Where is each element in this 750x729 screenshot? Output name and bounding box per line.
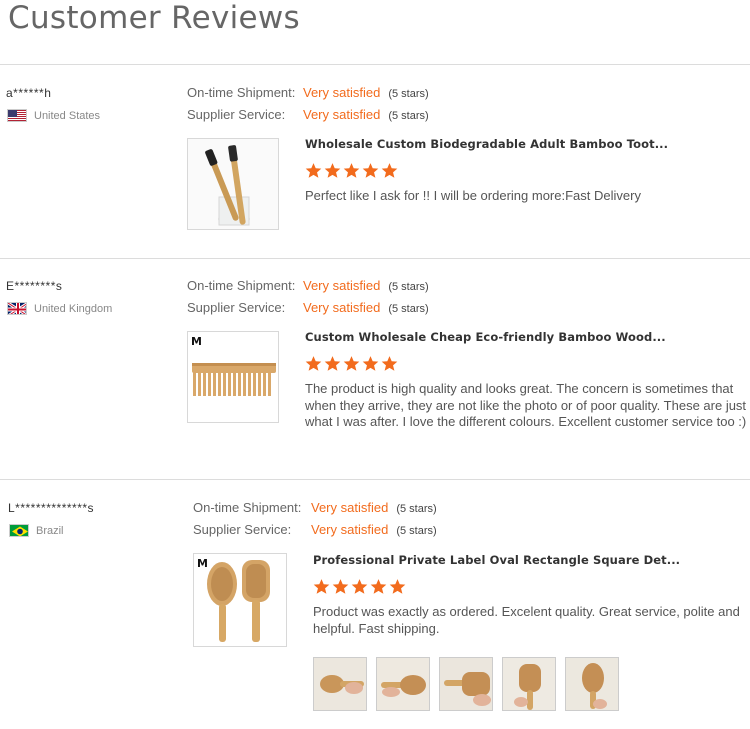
divider — [0, 479, 750, 480]
rating-value: Very satisfied — [311, 522, 389, 537]
star-icon — [313, 578, 330, 595]
review-photo[interactable] — [313, 657, 367, 711]
rating-stars-text: (5 stars) — [388, 303, 429, 315]
rating-label: On-time Shipment: — [193, 500, 302, 515]
review-photo[interactable] — [439, 657, 493, 711]
review-text: The product is high quality and looks gr… — [305, 381, 747, 429]
rating-value: Very satisfied — [303, 278, 381, 293]
star-icon — [305, 162, 322, 179]
brand-mark: M — [197, 557, 208, 570]
star-rating — [313, 578, 406, 595]
product-title[interactable]: Custom Wholesale Cheap Eco-friendly Bamb… — [305, 330, 666, 344]
rating-label: Supplier Service: — [193, 522, 292, 537]
review-photo[interactable] — [502, 657, 556, 711]
rating-stars-text: (5 stars) — [388, 110, 429, 122]
rating-stars-text: (5 stars) — [388, 281, 429, 293]
star-icon — [343, 162, 360, 179]
rating-service: Supplier Service: Very satisfied (5 star… — [193, 522, 437, 537]
star-icon — [381, 355, 398, 372]
star-icon — [305, 355, 322, 372]
review-text: Perfect like I ask for !! I will be orde… — [305, 188, 641, 203]
review-text: Product was exactly as ordered. Excelent… — [313, 604, 740, 636]
star-icon — [370, 578, 387, 595]
reviewer-name: L**************s — [8, 501, 95, 515]
star-icon — [362, 162, 379, 179]
rating-stars-text: (5 stars) — [396, 503, 437, 515]
reviewer-country: United States — [7, 109, 100, 122]
review-photos — [313, 657, 619, 711]
uk-flag-icon — [7, 302, 27, 315]
divider — [0, 258, 750, 259]
rating-value: Very satisfied — [303, 107, 381, 122]
rating-label: On-time Shipment: — [187, 85, 296, 100]
rating-stars-text: (5 stars) — [388, 88, 429, 100]
product-title[interactable]: Professional Private Label Oval Rectangl… — [313, 553, 680, 567]
country-label: United Kingdom — [34, 302, 113, 315]
rating-value: Very satisfied — [303, 300, 381, 315]
star-icon — [351, 578, 368, 595]
reviewer-name: E********s — [6, 279, 63, 293]
star-icon — [343, 355, 360, 372]
us-flag-icon — [7, 109, 27, 122]
country-label: Brazil — [36, 524, 64, 537]
star-icon — [324, 162, 341, 179]
rating-label: On-time Shipment: — [187, 278, 296, 293]
star-icon — [332, 578, 349, 595]
reviewer-name: a******h — [6, 86, 52, 100]
product-thumbnail[interactable]: M — [187, 331, 279, 423]
rating-label: Supplier Service: — [187, 300, 286, 315]
rating-value: Very satisfied — [303, 85, 381, 100]
review-photo[interactable] — [565, 657, 619, 711]
page-title: Customer Reviews — [8, 0, 300, 36]
rating-shipment: On-time Shipment: Very satisfied (5 star… — [193, 500, 437, 515]
rating-stars-text: (5 stars) — [396, 525, 437, 537]
reviewer-country: Brazil — [9, 524, 64, 537]
star-icon — [389, 578, 406, 595]
star-icon — [324, 355, 341, 372]
product-title[interactable]: Wholesale Custom Biodegradable Adult Bam… — [305, 137, 668, 151]
rating-value: Very satisfied — [311, 500, 389, 515]
star-rating — [305, 355, 398, 372]
brand-mark: M — [191, 335, 202, 348]
rating-shipment: On-time Shipment: Very satisfied (5 star… — [187, 278, 429, 293]
star-rating — [305, 162, 398, 179]
divider — [0, 64, 750, 65]
star-icon — [381, 162, 398, 179]
rating-label: Supplier Service: — [187, 107, 286, 122]
brazil-flag-icon — [9, 524, 29, 537]
review-photo[interactable] — [376, 657, 430, 711]
rating-service: Supplier Service: Very satisfied (5 star… — [187, 300, 429, 315]
reviewer-country: United Kingdom — [7, 302, 112, 315]
product-thumbnail[interactable]: M — [193, 553, 287, 647]
product-thumbnail[interactable] — [187, 138, 279, 230]
rating-shipment: On-time Shipment: Very satisfied (5 star… — [187, 85, 429, 100]
country-label: United States — [34, 109, 101, 122]
star-icon — [362, 355, 379, 372]
rating-service: Supplier Service: Very satisfied (5 star… — [187, 107, 429, 122]
